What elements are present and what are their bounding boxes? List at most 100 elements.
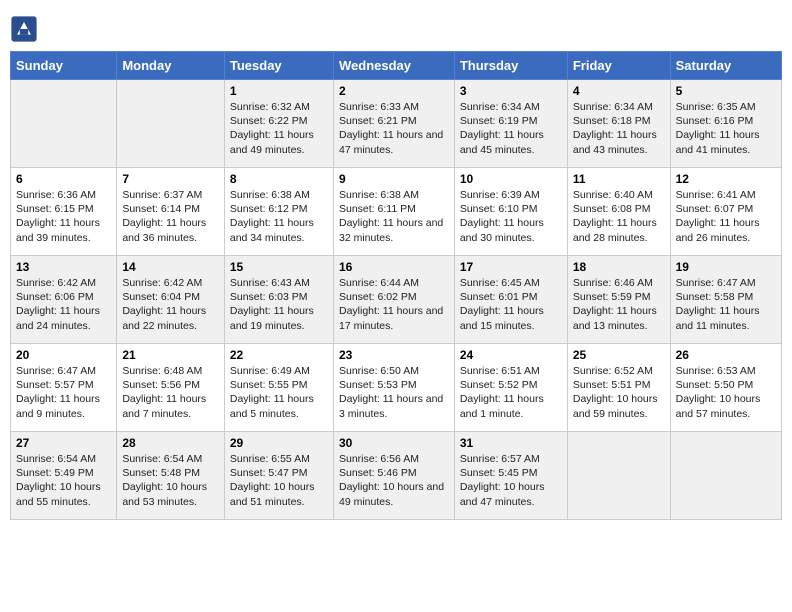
- calendar-cell: 2 Sunrise: 6:33 AMSunset: 6:21 PMDaylight…: [333, 80, 454, 168]
- calendar-cell: 23 Sunrise: 6:50 AMSunset: 5:53 PMDayligh…: [333, 344, 454, 432]
- day-info: Sunrise: 6:43 AMSunset: 6:03 PMDaylight:…: [230, 276, 328, 333]
- calendar-cell: 27 Sunrise: 6:54 AMSunset: 5:49 PMDayligh…: [11, 432, 117, 520]
- header-tuesday: Tuesday: [224, 52, 333, 80]
- day-number: 6: [16, 172, 111, 186]
- calendar-cell: 14 Sunrise: 6:42 AMSunset: 6:04 PMDayligh…: [117, 256, 225, 344]
- calendar-cell: 4 Sunrise: 6:34 AMSunset: 6:18 PMDaylight…: [567, 80, 670, 168]
- calendar-week-row: 20Sunrise: 6:47 AMSunset: 5:57 PMDayligh…: [11, 344, 782, 432]
- header-saturday: Saturday: [670, 52, 781, 80]
- day-info: Sunrise: 6:39 AMSunset: 6:10 PMDaylight:…: [460, 188, 562, 245]
- calendar-cell: 15 Sunrise: 6:43 AMSunset: 6:03 PMDayligh…: [224, 256, 333, 344]
- day-number: 21: [122, 348, 219, 362]
- header-friday: Friday: [567, 52, 670, 80]
- day-info: Sunrise: 6:49 AMSunset: 5:55 PMDaylight:…: [230, 364, 328, 421]
- day-number: 16: [339, 260, 449, 274]
- day-info: Sunrise: 6:35 AMSunset: 6:16 PMDaylight:…: [676, 100, 776, 157]
- calendar-week-row: 6 Sunrise: 6:36 AMSunset: 6:15 PMDaylight…: [11, 168, 782, 256]
- day-info: Sunrise: 6:40 AMSunset: 6:08 PMDaylight:…: [573, 188, 665, 245]
- day-number: 8: [230, 172, 328, 186]
- day-number: 7: [122, 172, 219, 186]
- day-number: 25: [573, 348, 665, 362]
- day-info: Sunrise: 6:42 AMSunset: 6:06 PMDaylight:…: [16, 276, 111, 333]
- day-number: 28: [122, 436, 219, 450]
- day-info: Sunrise: 6:54 AMSunset: 5:49 PMDaylight:…: [16, 452, 111, 509]
- calendar-cell: [670, 432, 781, 520]
- day-info: Sunrise: 6:45 AMSunset: 6:01 PMDaylight:…: [460, 276, 562, 333]
- day-info: Sunrise: 6:47 AMSunset: 5:58 PMDaylight:…: [676, 276, 776, 333]
- day-number: 12: [676, 172, 776, 186]
- day-info: Sunrise: 6:38 AMSunset: 6:12 PMDaylight:…: [230, 188, 328, 245]
- day-number: 31: [460, 436, 562, 450]
- calendar-cell: 26 Sunrise: 6:53 AMSunset: 5:50 PMDayligh…: [670, 344, 781, 432]
- day-number: 15: [230, 260, 328, 274]
- calendar-cell: 18 Sunrise: 6:46 AMSunset: 5:59 PMDayligh…: [567, 256, 670, 344]
- day-number: 29: [230, 436, 328, 450]
- logo-icon: [10, 15, 38, 43]
- calendar-cell: 7 Sunrise: 6:37 AMSunset: 6:14 PMDaylight…: [117, 168, 225, 256]
- day-info: Sunrise: 6:34 AMSunset: 6:18 PMDaylight:…: [573, 100, 665, 157]
- calendar-cell: 22 Sunrise: 6:49 AMSunset: 5:55 PMDayligh…: [224, 344, 333, 432]
- calendar-table: SundayMondayTuesdayWednesdayThursdayFrid…: [10, 51, 782, 520]
- header-thursday: Thursday: [454, 52, 567, 80]
- calendar-cell: 28Sunrise: 6:54 AMSunset: 5:48 PMDayligh…: [117, 432, 225, 520]
- calendar-cell: 19 Sunrise: 6:47 AMSunset: 5:58 PMDayligh…: [670, 256, 781, 344]
- day-number: 4: [573, 84, 665, 98]
- day-number: 23: [339, 348, 449, 362]
- day-info: Sunrise: 6:51 AMSunset: 5:52 PMDaylight:…: [460, 364, 562, 421]
- day-number: 13: [16, 260, 111, 274]
- calendar-header-row: SundayMondayTuesdayWednesdayThursdayFrid…: [11, 52, 782, 80]
- day-number: 9: [339, 172, 449, 186]
- day-info: Sunrise: 6:38 AMSunset: 6:11 PMDaylight:…: [339, 188, 449, 245]
- calendar-cell: 13 Sunrise: 6:42 AMSunset: 6:06 PMDayligh…: [11, 256, 117, 344]
- day-number: 10: [460, 172, 562, 186]
- calendar-cell: 11 Sunrise: 6:40 AMSunset: 6:08 PMDayligh…: [567, 168, 670, 256]
- calendar-cell: 5 Sunrise: 6:35 AMSunset: 6:16 PMDaylight…: [670, 80, 781, 168]
- calendar-cell: 6 Sunrise: 6:36 AMSunset: 6:15 PMDaylight…: [11, 168, 117, 256]
- day-number: 27: [16, 436, 111, 450]
- day-number: 18: [573, 260, 665, 274]
- day-number: 1: [230, 84, 328, 98]
- logo: [10, 10, 42, 43]
- day-info: Sunrise: 6:48 AMSunset: 5:56 PMDaylight:…: [122, 364, 219, 421]
- calendar-cell: 10 Sunrise: 6:39 AMSunset: 6:10 PMDayligh…: [454, 168, 567, 256]
- calendar-cell: 24 Sunrise: 6:51 AMSunset: 5:52 PMDayligh…: [454, 344, 567, 432]
- day-info: Sunrise: 6:57 AMSunset: 5:45 PMDaylight:…: [460, 452, 562, 509]
- day-number: 17: [460, 260, 562, 274]
- page-header: [10, 10, 782, 43]
- day-number: 26: [676, 348, 776, 362]
- day-info: Sunrise: 6:55 AMSunset: 5:47 PMDaylight:…: [230, 452, 328, 509]
- day-number: 22: [230, 348, 328, 362]
- day-info: Sunrise: 6:50 AMSunset: 5:53 PMDaylight:…: [339, 364, 449, 421]
- calendar-cell: 16 Sunrise: 6:44 AMSunset: 6:02 PMDayligh…: [333, 256, 454, 344]
- calendar-cell: [117, 80, 225, 168]
- day-number: 30: [339, 436, 449, 450]
- header-monday: Monday: [117, 52, 225, 80]
- day-number: 11: [573, 172, 665, 186]
- calendar-cell: 25 Sunrise: 6:52 AMSunset: 5:51 PMDayligh…: [567, 344, 670, 432]
- day-info: Sunrise: 6:32 AMSunset: 6:22 PMDaylight:…: [230, 100, 328, 157]
- day-number: 14: [122, 260, 219, 274]
- day-info: Sunrise: 6:56 AMSunset: 5:46 PMDaylight:…: [339, 452, 449, 509]
- day-info: Sunrise: 6:52 AMSunset: 5:51 PMDaylight:…: [573, 364, 665, 421]
- day-number: 20: [16, 348, 111, 362]
- calendar-cell: 29 Sunrise: 6:55 AMSunset: 5:47 PMDayligh…: [224, 432, 333, 520]
- day-number: 24: [460, 348, 562, 362]
- day-number: 3: [460, 84, 562, 98]
- day-info: Sunrise: 6:37 AMSunset: 6:14 PMDaylight:…: [122, 188, 219, 245]
- day-info: Sunrise: 6:36 AMSunset: 6:15 PMDaylight:…: [16, 188, 111, 245]
- calendar-cell: 1 Sunrise: 6:32 AMSunset: 6:22 PMDaylight…: [224, 80, 333, 168]
- day-number: 2: [339, 84, 449, 98]
- calendar-cell: 8 Sunrise: 6:38 AMSunset: 6:12 PMDaylight…: [224, 168, 333, 256]
- calendar-week-row: 1 Sunrise: 6:32 AMSunset: 6:22 PMDaylight…: [11, 80, 782, 168]
- day-info: Sunrise: 6:46 AMSunset: 5:59 PMDaylight:…: [573, 276, 665, 333]
- header-sunday: Sunday: [11, 52, 117, 80]
- calendar-cell: [11, 80, 117, 168]
- calendar-cell: 21 Sunrise: 6:48 AMSunset: 5:56 PMDayligh…: [117, 344, 225, 432]
- day-info: Sunrise: 6:33 AMSunset: 6:21 PMDaylight:…: [339, 100, 449, 157]
- day-number: 5: [676, 84, 776, 98]
- day-info: Sunrise: 6:44 AMSunset: 6:02 PMDaylight:…: [339, 276, 449, 333]
- calendar-cell: 17 Sunrise: 6:45 AMSunset: 6:01 PMDayligh…: [454, 256, 567, 344]
- day-info: Sunrise: 6:53 AMSunset: 5:50 PMDaylight:…: [676, 364, 776, 421]
- day-info: Sunrise: 6:42 AMSunset: 6:04 PMDaylight:…: [122, 276, 219, 333]
- day-number: 19: [676, 260, 776, 274]
